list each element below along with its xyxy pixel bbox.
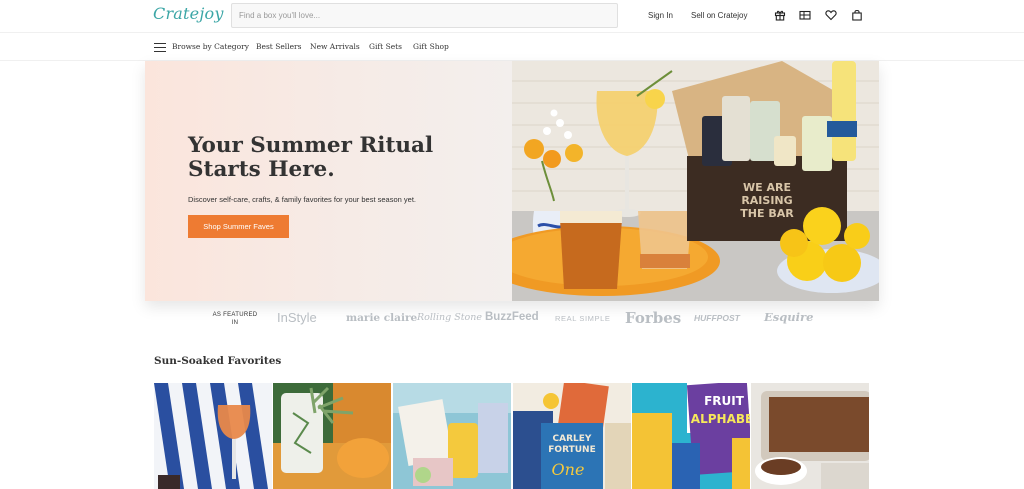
book-cover-line1: CARLEY (553, 434, 592, 444)
site-header: Cratejoy Sign In Sell on Cratejoy (0, 0, 1024, 32)
hero-image[interactable]: WE ARE RAISING THE BAR (512, 61, 879, 301)
nav-gift-shop[interactable]: Gift Shop (413, 42, 449, 51)
search-input[interactable] (232, 4, 617, 27)
book-cover-line3: One (552, 460, 585, 479)
as-featured-in-label: AS FEATURED IN (212, 312, 258, 326)
product-tile-brownie[interactable] (751, 383, 869, 489)
nav-new-arrivals[interactable]: New Arrivals (310, 42, 360, 51)
hero-text-panel: Your Summer Ritual Starts Here. Discover… (145, 61, 512, 301)
product-tile-gift-box[interactable] (393, 383, 511, 489)
press-logo-rolling-stone: Rolling Stone (417, 312, 482, 323)
nav-browse-by-category[interactable]: Browse by Category (172, 42, 249, 51)
hero-title: Your Summer Ritual Starts Here. (188, 133, 434, 182)
product-tile-fruit-alphabet[interactable]: FRUIT ALPHABE (632, 383, 750, 489)
press-logo-instyle: InStyle (277, 310, 317, 325)
product-tile-books[interactable]: CARLEY FORTUNE One (513, 383, 631, 489)
shopping-bag-icon[interactable] (851, 9, 863, 21)
box-print-line2: RAISING (741, 194, 792, 207)
box-print-line3: THE BAR (740, 207, 794, 220)
gift-card-icon[interactable] (799, 9, 811, 21)
product-tile-striped-drink[interactable] (154, 383, 272, 489)
heart-icon[interactable] (825, 9, 837, 21)
sell-on-cratejoy-link[interactable]: Sell on Cratejoy (691, 11, 747, 20)
hero-subtitle: Discover self-care, crafts, & family fav… (188, 195, 416, 204)
box-print-line1: WE ARE (743, 181, 791, 194)
press-logo-forbes: Forbes (625, 309, 682, 327)
search-bar[interactable] (231, 3, 618, 28)
press-logo-esquire: Esquire (764, 310, 814, 324)
press-bar: AS FEATURED IN InStyle marie claire Roll… (0, 304, 1024, 334)
press-logo-huffpost: HUFFPOST (694, 313, 740, 323)
fruit-book-line1: FRUIT (704, 394, 745, 408)
product-tile-plant[interactable] (273, 383, 391, 489)
book-cover-line2: FORTUNE (548, 445, 595, 455)
hero-banner: Your Summer Ritual Starts Here. Discover… (145, 61, 879, 301)
category-nav: Browse by Category Best Sellers New Arri… (0, 32, 1024, 61)
fruit-book-line2: ALPHABE (691, 412, 750, 426)
nav-gift-sets[interactable]: Gift Sets (369, 42, 402, 51)
press-logo-marie-claire: marie claire (346, 312, 418, 324)
press-logo-real-simple: REAL SIMPLE (555, 314, 611, 323)
nav-best-sellers[interactable]: Best Sellers (256, 42, 301, 51)
section-title: Sun-Soaked Favorites (154, 355, 282, 367)
cratejoy-logo[interactable]: Cratejoy (153, 4, 224, 23)
shop-summer-faves-button[interactable]: Shop Summer Faves (188, 215, 289, 238)
sign-in-link[interactable]: Sign In (648, 11, 673, 20)
gift-icon[interactable] (774, 9, 786, 21)
press-logo-buzzfeed: BuzzFeed (485, 311, 539, 323)
menu-icon[interactable] (154, 43, 166, 52)
